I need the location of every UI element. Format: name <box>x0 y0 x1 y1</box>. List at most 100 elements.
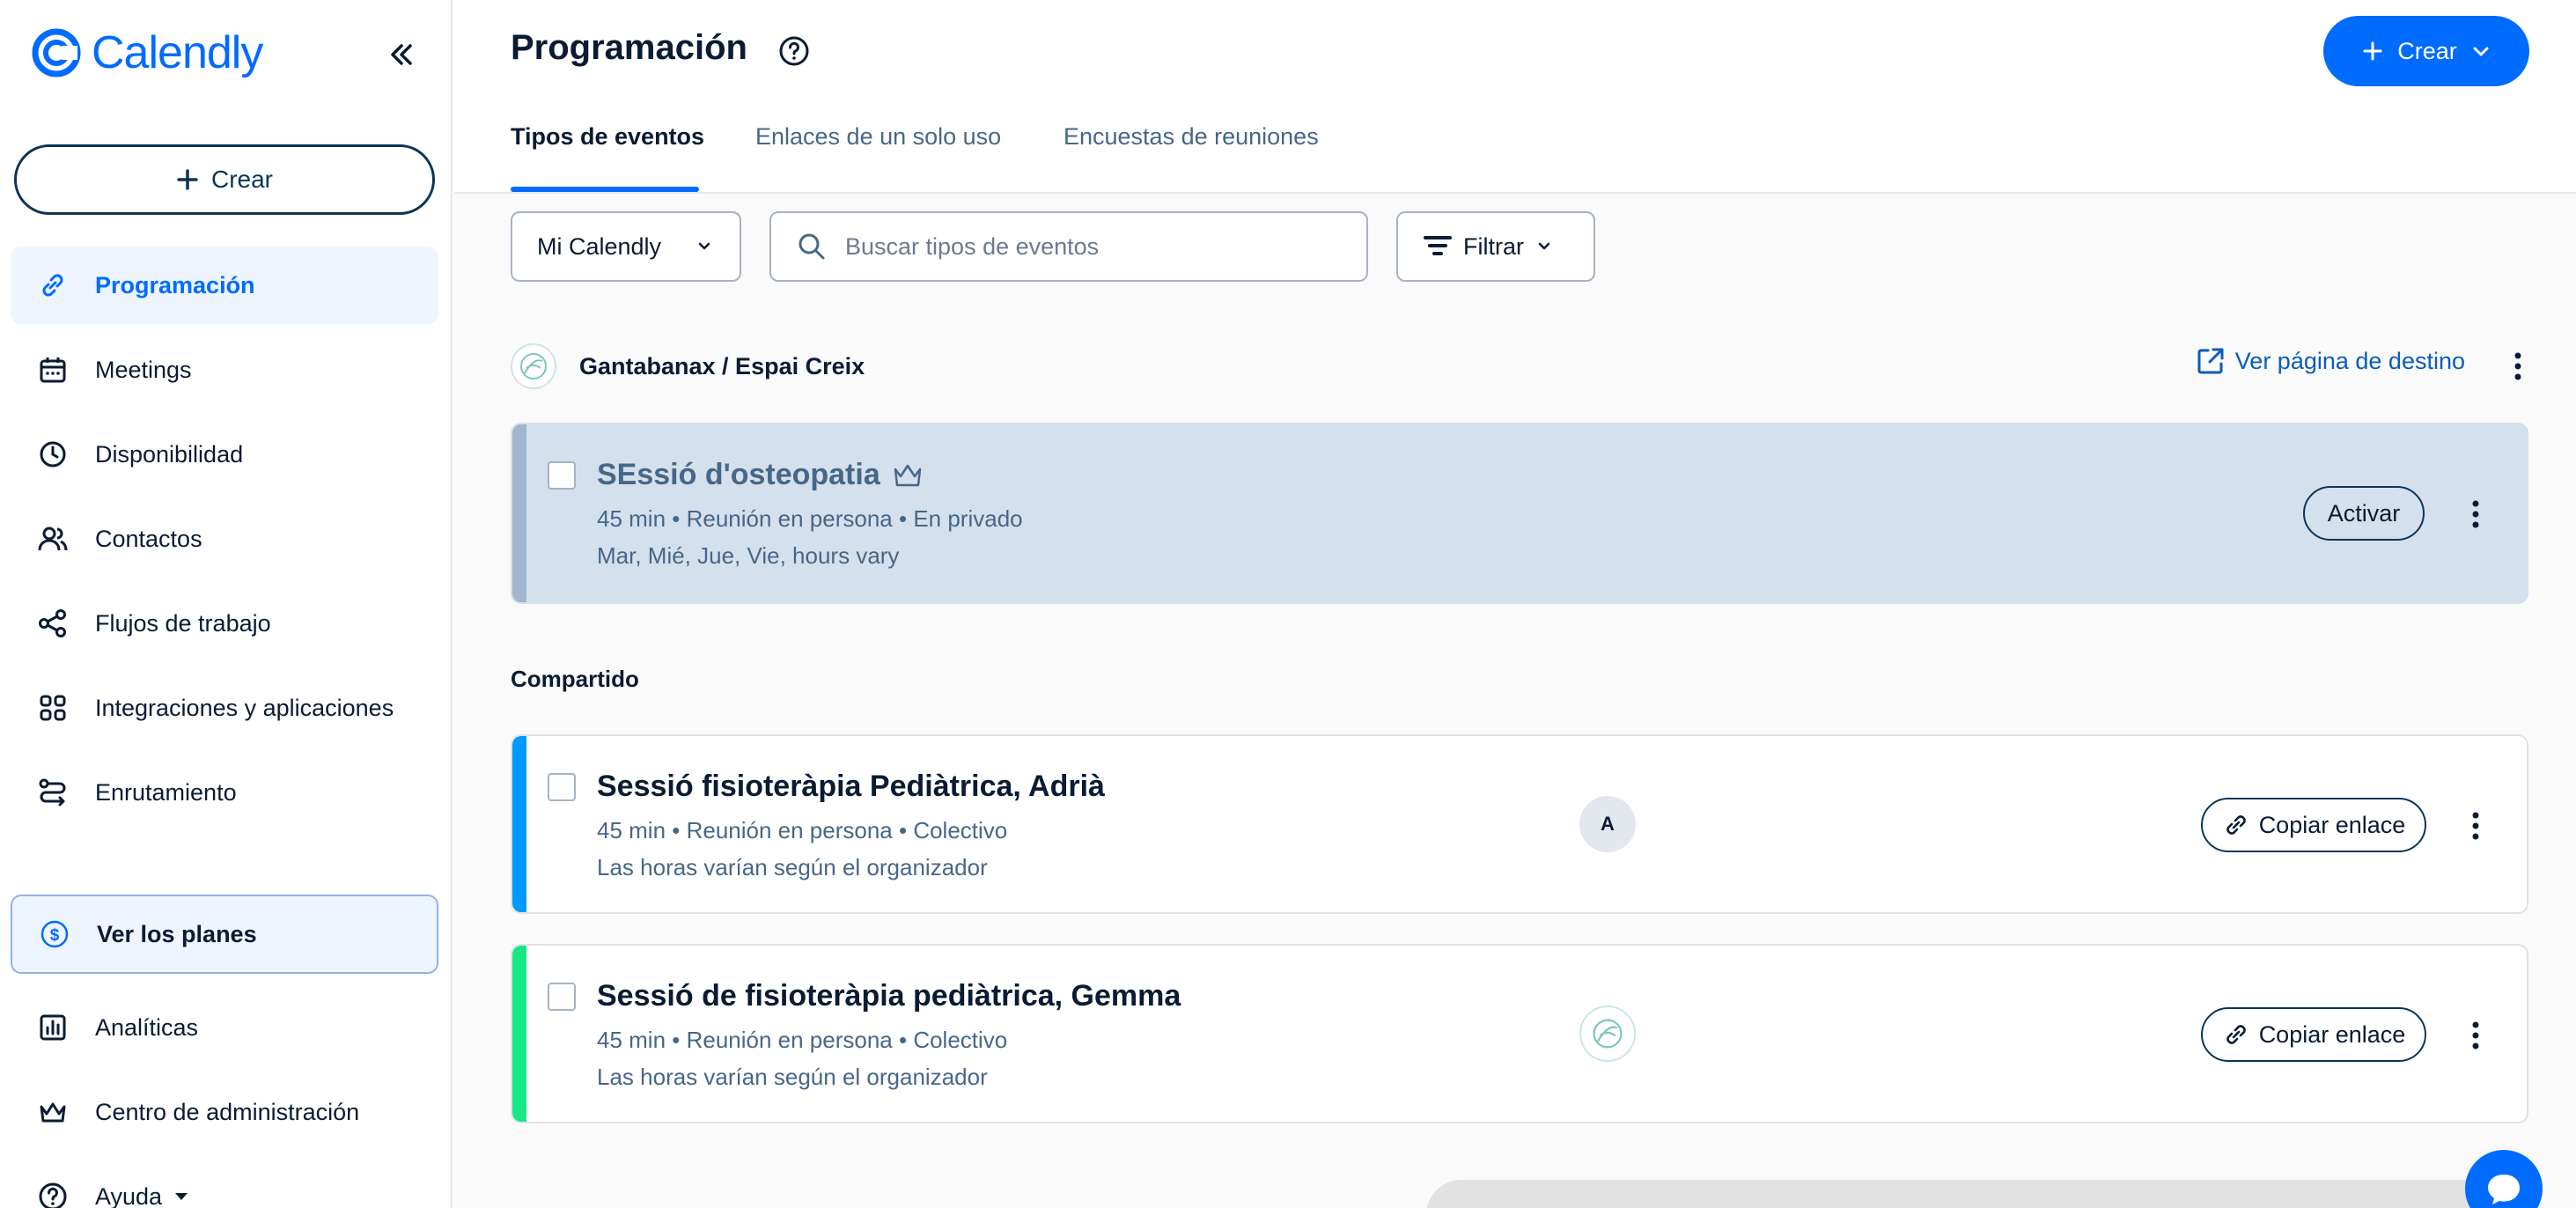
page-title: Programación <box>511 28 747 67</box>
activate-label: Activar <box>2327 499 2401 527</box>
link-icon <box>42 274 63 297</box>
event-checkbox[interactable] <box>548 773 576 801</box>
copy-link-button[interactable]: Copiar enlace <box>2201 798 2426 852</box>
sidebar-item-integraciones[interactable]: Integraciones y aplicaciones <box>11 669 438 747</box>
bottom-banner[interactable] <box>1426 1180 2521 1208</box>
organization-more-button[interactable] <box>2500 349 2536 384</box>
organization-row: Gantabanax / Espai Creix Ver página de d… <box>511 340 2536 393</box>
svg-text:$: $ <box>50 926 60 945</box>
event-hours: Mar, Mié, Jue, Vie, hours vary <box>597 542 900 569</box>
sidebar-create-label: Crear <box>210 166 273 193</box>
sidebar-item-enrutamiento[interactable]: Enrutamiento <box>11 754 438 831</box>
sidebar-item-label: Programación <box>95 271 255 298</box>
event-more-button[interactable] <box>2458 808 2493 843</box>
event-card-private[interactable]: SEssió d'osteopatia 45 min • Reunión en … <box>511 423 2528 604</box>
filter-label: Filtrar <box>1463 232 1524 260</box>
sidebar-item-analiticas[interactable]: Analíticas <box>11 989 438 1066</box>
event-color-bar <box>512 946 526 1122</box>
event-title: Sessió de fisioteràpia pediàtrica, Gemma <box>597 979 1181 1013</box>
event-card[interactable]: Sessió fisioteràpia Pediàtrica, Adrià 45… <box>511 734 2528 914</box>
kebab-menu-icon <box>2472 1021 2479 1050</box>
sidebar-item-label: Contactos <box>95 525 202 552</box>
sidebar-item-flujos[interactable]: Flujos de trabajo <box>11 585 438 662</box>
double-chevron-left-icon <box>391 44 412 65</box>
event-checkbox[interactable] <box>548 983 576 1011</box>
sidebar: Calendly Crear Programación Meetings Dis… <box>0 0 453 1208</box>
filter-icon <box>1424 236 1452 255</box>
event-hours: Las horas varían según el organizador <box>597 854 988 880</box>
event-more-button[interactable] <box>2458 1018 2493 1053</box>
event-checkbox[interactable] <box>548 461 576 490</box>
sidebar-item-disponibilidad[interactable]: Disponibilidad <box>11 416 438 493</box>
view-plans-button[interactable]: $ Ver los planes <box>11 895 438 974</box>
caret-down-icon <box>175 1193 188 1200</box>
organization-avatar <box>511 343 556 389</box>
header-create-button[interactable]: Crear <box>2323 16 2529 86</box>
event-more-button[interactable] <box>2458 497 2493 532</box>
chat-bubble-icon <box>2488 1175 2520 1204</box>
crown-icon <box>894 464 921 486</box>
event-title-text: Sessió de fisioteràpia pediàtrica, Gemma <box>597 979 1181 1013</box>
sidebar-item-ayuda[interactable]: Ayuda <box>11 1158 438 1208</box>
analytics-icon <box>40 1014 66 1041</box>
tab-meeting-polls[interactable]: Encuestas de reuniones <box>1064 123 1319 151</box>
sidebar-item-admin-center[interactable]: Centro de administración <box>11 1073 438 1151</box>
filter-button[interactable]: Filtrar <box>1396 211 1595 282</box>
contacts-icon <box>38 527 68 551</box>
calendly-logo-icon <box>32 28 81 77</box>
workflow-icon <box>39 609 66 637</box>
calendar-select[interactable]: Mi Calendly <box>511 211 741 282</box>
view-landing-page-link[interactable]: Ver página de destino <box>2195 345 2465 377</box>
active-tab-indicator <box>511 187 699 192</box>
help-icon <box>39 1182 67 1208</box>
sidebar-item-label: Centro de administración <box>95 1098 360 1125</box>
dollar-circle-icon: $ <box>40 920 69 948</box>
copy-link-label: Copiar enlace <box>2258 811 2406 838</box>
sidebar-item-label: Ayuda <box>95 1182 163 1208</box>
clock-icon <box>40 441 66 468</box>
plus-icon <box>177 169 198 190</box>
view-landing-page-label: Ver página de destino <box>2234 347 2465 374</box>
calendar-icon <box>40 357 66 383</box>
event-title: SEssió d'osteopatia <box>597 458 923 492</box>
external-link-icon <box>2197 348 2224 374</box>
main-content: Programación Crear Tipos de eventos Enla… <box>454 0 2576 1208</box>
sidebar-item-contactos[interactable]: Contactos <box>11 500 438 578</box>
sidebar-item-meetings[interactable]: Meetings <box>11 331 438 409</box>
copy-link-label: Copiar enlace <box>2258 1020 2406 1048</box>
tab-event-types[interactable]: Tipos de eventos <box>511 123 704 151</box>
event-card[interactable]: Sessió de fisioteràpia pediàtrica, Gemma… <box>511 944 2528 1123</box>
event-meta: 45 min • Reunión en persona • En privado <box>597 505 1023 532</box>
host-avatar: A <box>1579 796 1636 852</box>
sidebar-item-label: Flujos de trabajo <box>95 609 271 637</box>
sidebar-item-label: Analíticas <box>95 1013 199 1041</box>
shared-section-label: Compartido <box>511 666 639 692</box>
kebab-menu-icon <box>2472 812 2479 840</box>
organization-logo-icon <box>520 353 547 379</box>
organization-name: Gantabanax / Espai Creix <box>579 352 865 379</box>
kebab-menu-icon <box>2472 500 2479 528</box>
sidebar-create-button[interactable]: Crear <box>14 144 435 215</box>
calendly-logo[interactable]: Calendly <box>30 26 263 79</box>
event-meta: 45 min • Reunión en persona • Colectivo <box>597 817 1008 843</box>
tab-single-use-links[interactable]: Enlaces de un solo uso <box>755 123 1001 151</box>
sidebar-item-label: Meetings <box>95 356 192 383</box>
view-plans-label: Ver los planes <box>97 920 257 947</box>
crown-icon <box>40 1102 66 1123</box>
event-color-bar <box>512 424 526 602</box>
event-title-text: Sessió fisioteràpia Pediàtrica, Adrià <box>597 770 1105 803</box>
copy-link-button[interactable]: Copiar enlace <box>2201 1007 2426 1062</box>
sidebar-item-label: Integraciones y aplicaciones <box>95 694 394 721</box>
sidebar-item-programacion[interactable]: Programación <box>11 247 438 324</box>
page-header: Programación Crear Tipos de eventos Enla… <box>454 0 2576 194</box>
routing-icon <box>39 778 66 807</box>
link-icon <box>2226 1025 2246 1044</box>
calendar-select-value: Mi Calendly <box>537 232 662 260</box>
activate-button[interactable]: Activar <box>2303 486 2425 541</box>
event-hours: Las horas varían según el organizador <box>597 1064 988 1090</box>
collapse-sidebar-button[interactable] <box>384 37 419 72</box>
search-input[interactable]: Buscar tipos de eventos <box>769 211 1368 282</box>
logo-text: Calendly <box>92 27 263 78</box>
event-color-bar <box>512 736 526 912</box>
help-circle-icon[interactable] <box>776 33 812 69</box>
